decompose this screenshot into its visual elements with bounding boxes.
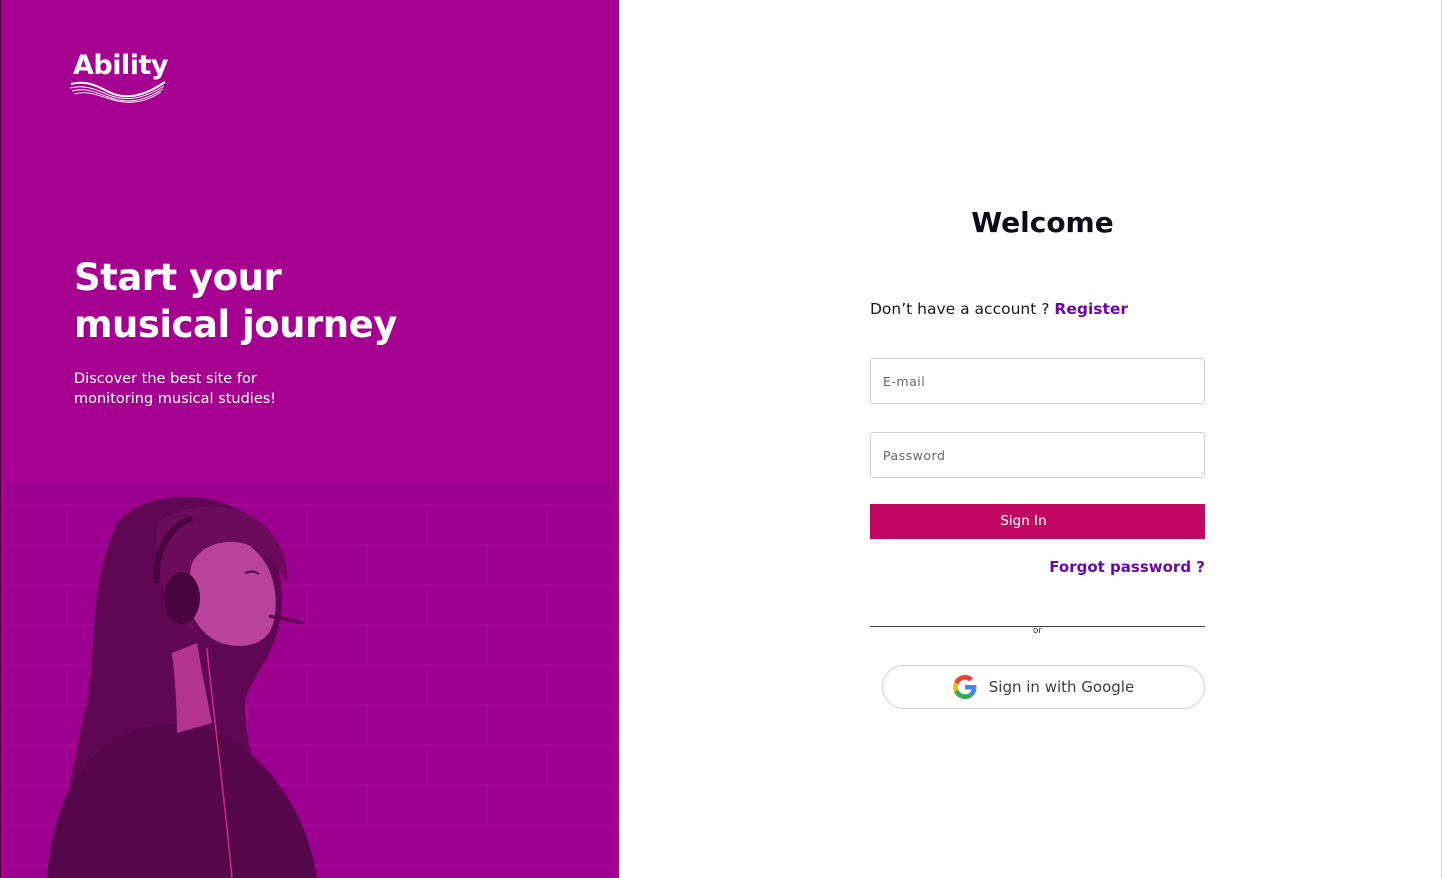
welcome-title: Welcome xyxy=(971,206,1114,239)
google-sign-in-label: Sign in with Google xyxy=(988,678,1135,696)
login-form-panel: Welcome Don’t have a account ? Register … xyxy=(619,0,1442,878)
logo-wave-icon xyxy=(69,81,166,103)
forgot-password-link[interactable]: Forgot password ? xyxy=(870,558,1205,576)
hero-subline: Discover the best site for monitoring mu… xyxy=(74,369,314,409)
password-field[interactable] xyxy=(870,432,1205,478)
sign-in-button[interactable]: Sign In xyxy=(870,504,1205,539)
google-g-icon xyxy=(952,675,977,699)
hero-headline: Start your musical journey xyxy=(74,254,434,348)
hero-subline-line1: Discover the best site for xyxy=(74,371,257,387)
hero-subline-line2: monitoring musical studies! xyxy=(74,391,277,407)
hero-panel: Ability Start your musical journey Disco… xyxy=(0,0,619,878)
hero-headline-line1: Start your xyxy=(74,256,282,299)
logo-text: Ability xyxy=(73,50,169,81)
register-prompt: Don’t have a account ? Register xyxy=(870,300,1128,318)
email-field[interactable] xyxy=(870,358,1205,404)
or-divider-label: or xyxy=(1032,626,1043,636)
hero-headline-line2: musical journey xyxy=(74,303,397,346)
hero-photo xyxy=(7,483,613,878)
no-account-text: Don’t have a account ? xyxy=(870,300,1050,318)
woman-with-headphones-image xyxy=(7,483,613,878)
register-link[interactable]: Register xyxy=(1054,300,1128,318)
google-sign-in-button[interactable]: Sign in with Google xyxy=(882,665,1205,709)
ability-logo[interactable]: Ability xyxy=(69,50,169,106)
